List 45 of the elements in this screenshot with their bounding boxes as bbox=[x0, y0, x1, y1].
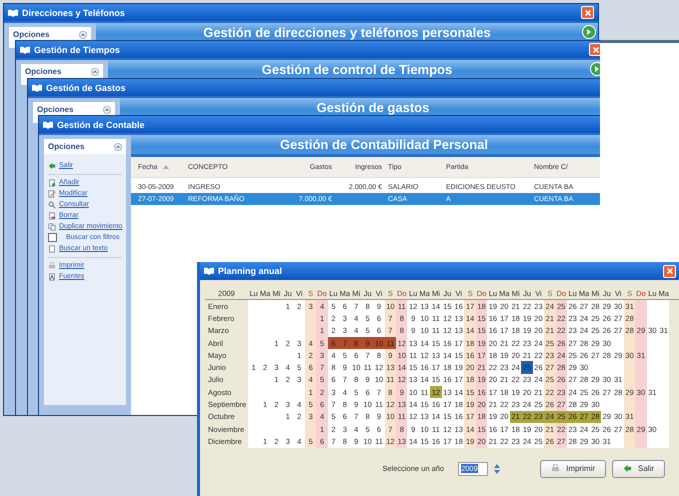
book-icon bbox=[20, 46, 30, 54]
section-header: Gestión de Contabilidad Personal bbox=[131, 135, 600, 154]
collapse-icon[interactable] bbox=[114, 142, 122, 150]
window-title: Gestión de Gastos bbox=[46, 82, 126, 92]
panel-title: Opciones bbox=[25, 67, 62, 76]
close-button[interactable] bbox=[663, 264, 676, 278]
printer-icon bbox=[551, 464, 560, 474]
weekend-shading bbox=[624, 435, 636, 448]
section-header: Gestión de control de Tiempos bbox=[108, 60, 600, 79]
window-title: Planning anual bbox=[218, 266, 282, 276]
collapse-icon[interactable] bbox=[103, 106, 111, 114]
print-button[interactable]: Imprimir bbox=[540, 460, 606, 478]
panel-title: Opciones bbox=[37, 105, 74, 114]
delete-icon bbox=[48, 212, 56, 220]
book-icon bbox=[204, 267, 214, 275]
book-icon bbox=[8, 8, 18, 16]
round-arrow-icon[interactable] bbox=[590, 62, 600, 76]
edit-icon bbox=[48, 190, 56, 198]
close-icon bbox=[584, 8, 592, 16]
close-button[interactable] bbox=[581, 6, 594, 19]
window-title: Gestión de Contable bbox=[57, 120, 145, 130]
window-title: Gestión de Tiempos bbox=[34, 44, 120, 54]
exit-button[interactable]: Salir bbox=[612, 460, 665, 478]
exit-icon bbox=[48, 162, 56, 170]
panel-title: Opciones bbox=[48, 142, 84, 151]
book-icon bbox=[32, 84, 42, 92]
book-icon bbox=[43, 120, 53, 128]
collapse-icon[interactable] bbox=[91, 68, 99, 76]
checkbox[interactable] bbox=[48, 233, 57, 242]
panel-title: Opciones bbox=[13, 30, 50, 39]
weekend-shading bbox=[635, 435, 647, 448]
spin-arrows-icon[interactable] bbox=[494, 462, 500, 475]
copy-icon bbox=[48, 222, 56, 230]
arrow-icon bbox=[622, 464, 632, 474]
close-button[interactable] bbox=[589, 43, 600, 56]
sort-icon bbox=[163, 165, 170, 169]
search-icon bbox=[48, 200, 56, 208]
doc-icon bbox=[48, 244, 56, 252]
collapse-icon[interactable] bbox=[79, 30, 87, 38]
print-icon bbox=[48, 262, 56, 270]
close-icon bbox=[666, 267, 674, 275]
add-icon bbox=[48, 178, 56, 186]
window-title: Direcciones y Teléfonos bbox=[22, 8, 125, 18]
weekend-shading bbox=[635, 300, 647, 312]
font-icon bbox=[48, 272, 56, 280]
